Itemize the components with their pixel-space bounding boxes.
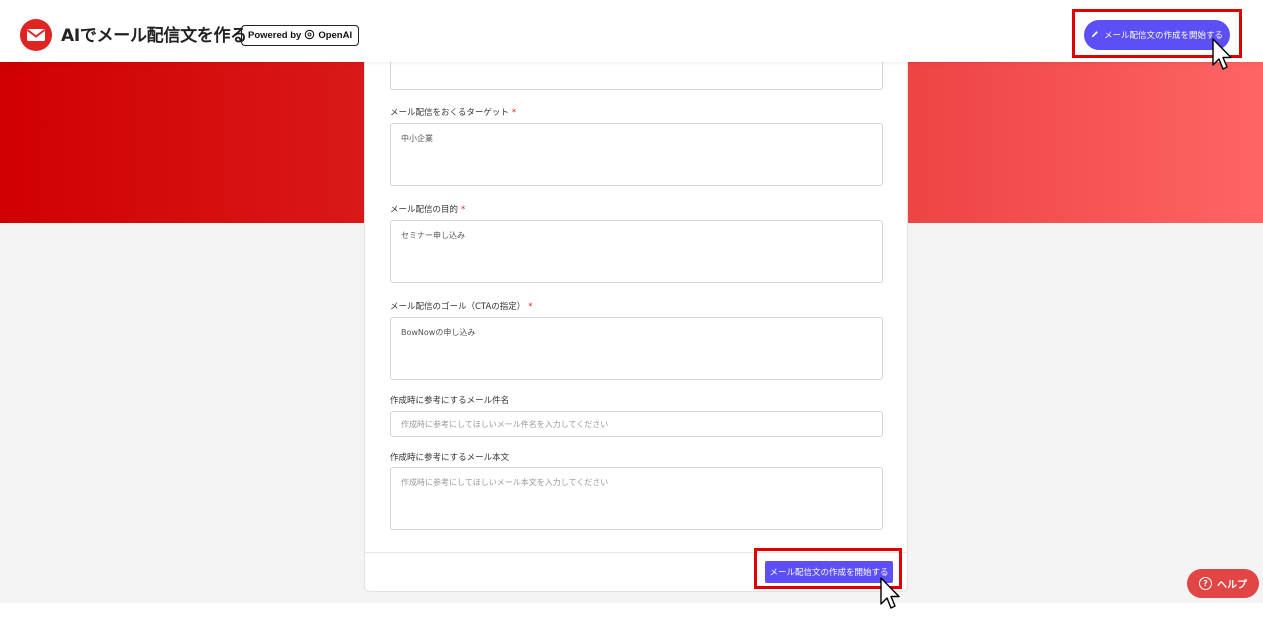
openai-icon [304,29,315,43]
powered-by-brand: OpenAI [318,30,353,41]
powered-by-badge: Powered by OpenAI [241,25,360,46]
help-button[interactable]: ? ヘルプ [1187,569,1259,598]
ref-body-label: 作成時に参考にするメール本文 [390,453,510,463]
purpose-value: セミナー申し込み [401,231,465,240]
app-title: AIでメール配信文を作る [61,26,247,46]
goal-textarea[interactable]: BowNowの申し込み [390,317,883,380]
ref-subject-input[interactable]: 作成時に参考にしてほしいメール件名を入力してください [390,411,883,437]
goal-label: メール配信のゴール（CTAの指定） * [390,302,533,312]
target-label: メール配信をおくるターゲット * [390,108,517,118]
purpose-textarea[interactable]: セミナー申し込み [390,220,883,283]
page: AIでメール配信文を作る Powered by OpenAI メール配信文の作成… [0,0,1263,620]
help-label: ヘルプ [1217,580,1247,591]
mail-logo-icon [20,19,52,51]
ref-subject-placeholder: 作成時に参考にしてほしいメール件名を入力してください [401,420,609,429]
help-icon: ? [1199,577,1212,590]
ref-subject-label: 作成時に参考にするメール件名 [390,396,510,406]
target-textarea[interactable]: 中小企業 [390,123,883,186]
mouse-cursor-icon [880,577,900,609]
powered-by-label: Powered by [248,30,302,41]
ref-body-textarea[interactable]: 作成時に参考にしてほしいメール本文を入力してください [390,467,883,530]
purpose-label: メール配信の目的 * [390,205,466,215]
target-value: 中小企業 [401,134,433,143]
mouse-cursor-icon [1212,38,1232,70]
ref-body-placeholder: 作成時に参考にしてほしいメール本文を入力してください [401,478,609,487]
goal-value: BowNowの申し込み [401,328,476,337]
